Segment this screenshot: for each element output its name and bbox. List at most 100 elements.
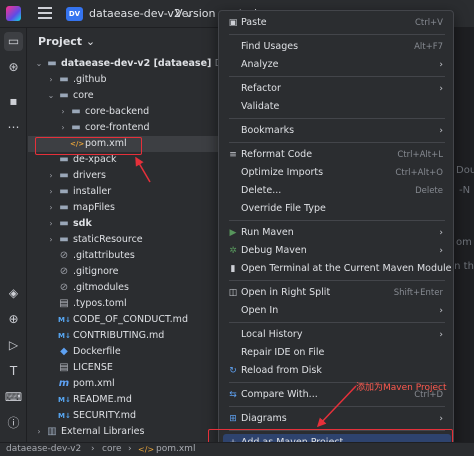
tree-item[interactable]: › ▬ core-frontend [28,120,218,136]
menu-item[interactable]: Open In › [223,302,451,320]
menu-item-shortcut: Ctrl+V [414,18,443,28]
chevron-right-icon[interactable]: › [46,232,56,248]
more-tools-icon[interactable]: ⋯ [4,118,23,137]
maven-icon: m [58,378,70,389]
menu-item-label: Bookmarks [241,125,295,136]
tree-item[interactable]: ⊘ .gitignore [28,264,218,280]
chevron-right-icon[interactable]: › [46,200,56,216]
menu-item-label: Local History [241,329,303,340]
annotation-label: 添加为Maven Project [356,383,447,393]
structure-icon[interactable]: ▪ [4,92,23,111]
chevron-down-icon[interactable]: ⌄ [46,88,56,104]
tree-item[interactable]: › ▬ .github [28,72,218,88]
paste-icon: ▣ [228,18,238,28]
services-icon[interactable]: ⊕ [4,310,23,329]
breadcrumb-core[interactable]: core [102,443,122,456]
breadcrumb-root[interactable]: dataease-dev-v2 [6,443,81,456]
tree-item[interactable]: ⊘ .gitmodules [28,280,218,296]
menu-item[interactable]: ✲ Debug Maven › [223,242,451,260]
chevron-right-icon[interactable]: › [46,72,56,88]
menu-item[interactable]: Refactor › [223,80,451,98]
tree-item[interactable]: › ▥ External Libraries [28,424,218,440]
chevron-right-icon[interactable]: › [34,424,44,440]
menu-item[interactable]: Optimize Imports Ctrl+Alt+O [223,164,451,182]
tree-item[interactable]: ⊘ .gitattributes [28,248,218,264]
tree-item[interactable]: M↓ SECURITY.md [28,408,218,424]
tree-item[interactable]: › ▬ core-backend [28,104,218,120]
terminal-font-icon[interactable]: T [4,362,23,381]
menu-item[interactable]: Delete... Delete [223,182,451,200]
text-file-icon: ▤ [59,362,69,373]
intellij-logo-icon[interactable] [6,6,21,21]
diagram-icon: ⊞ [229,414,237,424]
menu-item[interactable]: ◫ Open in Right Split Shift+Enter [223,284,451,302]
chevron-right-icon[interactable]: › [46,168,56,184]
menu-item[interactable]: Local History › [223,326,451,344]
project-panel: Project ⌄ ⌄▬dataease-dev-v2 [dataease] D… [28,28,218,442]
commit-icon[interactable]: ⊛ [4,58,23,77]
tree-item-label: sdk [73,218,92,229]
tree-item[interactable]: M↓ README.md [28,392,218,408]
chevron-right-icon: › [439,246,443,256]
tree-item[interactable]: › ▬ staticResource [28,232,218,248]
menu-item-label: Find Usages [241,41,299,52]
tree-item[interactable]: ▤ LICENSE [28,360,218,376]
tree-item-label: .gitmodules [73,282,129,293]
panel-title[interactable]: Project ⌄ [38,35,95,48]
chevron-right-icon[interactable]: › [58,104,68,120]
menu-separator [229,406,445,407]
tree-item[interactable]: › ▬ drivers [28,168,218,184]
menu-item[interactable]: ▣ Paste Ctrl+V [223,14,451,32]
menu-item[interactable]: ▮ Open Terminal at the Current Maven Modu… [223,260,453,278]
terminal-icon[interactable]: ⌨ [4,388,23,407]
folder-icon: ▬ [59,154,69,165]
tree-item-label: pom.xml [85,138,127,149]
problems-icon[interactable]: ⓘ [4,414,23,433]
menu-item[interactable]: Override File Type [223,200,451,218]
chevron-right-icon[interactable]: › [46,216,56,232]
tree-item[interactable]: ⌄ ▬ core [28,88,218,104]
main-menu-icon[interactable] [38,7,52,19]
chevron-down-icon[interactable]: ⌄ [34,56,44,72]
reload-icon: ↻ [229,366,237,376]
tree-item[interactable]: </> pom.xml [28,136,218,152]
tree-item[interactable]: M↓ CODE_OF_CONDUCT.md [28,312,218,328]
menu-item[interactable]: Repair IDE on File [223,344,451,362]
tree-item-label: installer [73,186,112,197]
tree-item-label: core [73,90,94,101]
tree-item[interactable]: ⌄▬ dataease-dev-v2 [dataease] D:\test\ [28,56,218,72]
tree-item-label: drivers [73,170,106,181]
terminal-icon: ▮ [230,264,236,274]
menu-item[interactable]: Bookmarks › [223,122,451,140]
menu-item-shortcut: Ctrl+Alt+L [397,150,443,160]
chevron-right-icon[interactable]: › [58,120,68,136]
menu-item-label: Compare With... [241,389,318,400]
tree-item[interactable]: ◆ Dockerfile [28,344,218,360]
menu-item[interactable]: ▶ Run Maven › [223,224,451,242]
chevron-right-icon: › [439,414,443,424]
tree-item[interactable]: M↓ CONTRIBUTING.md [28,328,218,344]
project-badge[interactable]: DV [66,7,83,21]
folder-icon: ▬ [59,234,69,245]
menu-item[interactable]: Find Usages Alt+F7 [223,38,451,56]
breadcrumb-pom[interactable]: pom.xml [156,443,195,456]
chevron-right-icon[interactable]: › [46,184,56,200]
folder-icon: ▬ [71,122,81,133]
menu-item[interactable]: ≡ Reformat Code Ctrl+Alt+L [223,146,451,164]
layers-icon[interactable]: ◈ [4,284,23,303]
menu-item-label: Delete... [241,185,282,196]
folder-icon: ▬ [59,218,69,229]
menu-item[interactable]: ⊞ Diagrams › [223,410,451,428]
menu-item[interactable]: Analyze › [223,56,451,74]
tree-item[interactable]: › ▬ sdk [28,216,218,232]
git-file-icon: ⊘ [59,266,69,277]
tree-item[interactable]: ▬ de-xpack [28,152,218,168]
project-folder-icon[interactable]: ▭ [4,32,23,51]
menu-item[interactable]: Validate [223,98,451,116]
tree-item[interactable]: m pom.xml [28,376,218,392]
tree-item[interactable]: › ▬ installer [28,184,218,200]
run-icon[interactable]: ▷ [4,336,23,355]
tree-item[interactable]: › ▬ mapFiles [28,200,218,216]
tree-item[interactable]: ▤ .typos.toml [28,296,218,312]
menu-item[interactable]: ↻ Reload from Disk [223,362,451,380]
